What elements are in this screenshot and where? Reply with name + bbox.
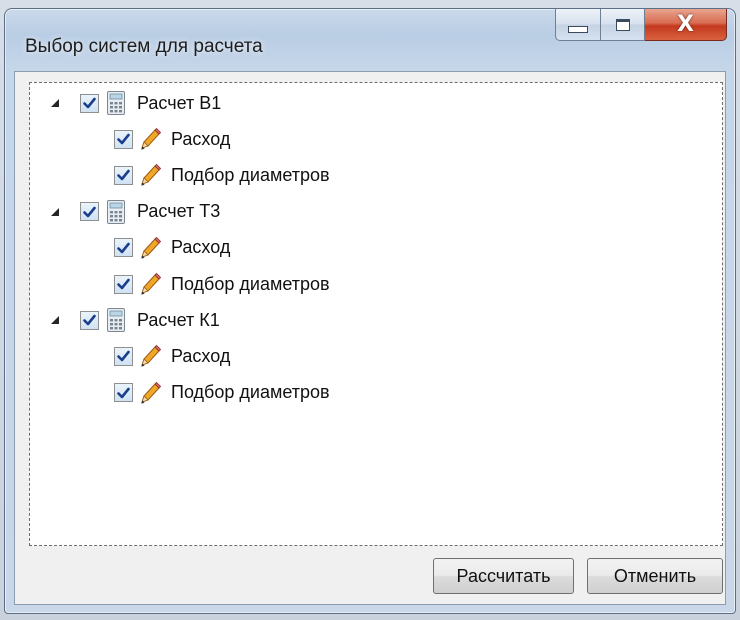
tree-node-child[interactable]: Расход [114, 125, 230, 153]
calculator-icon [105, 199, 127, 225]
tree-node-label: Расчет Т3 [137, 201, 221, 222]
title-bar[interactable]: Выбор систем для расчета X [5, 9, 735, 71]
checkbox-checked-icon[interactable] [114, 346, 133, 366]
calculate-button[interactable]: Рассчитать [433, 558, 574, 594]
tree-node-child[interactable]: Подбор диаметров [114, 379, 330, 407]
tree-node-parent[interactable]: Расчет К1 [48, 306, 220, 334]
checkbox-checked-icon[interactable] [114, 129, 133, 149]
maximize-button[interactable] [601, 9, 645, 41]
tree-node-label: Подбор диаметров [171, 273, 330, 294]
tree-node-label: Расход [171, 128, 231, 149]
expand-arrow-icon[interactable] [48, 96, 62, 110]
checkbox-checked-icon[interactable] [80, 310, 99, 330]
pencil-icon [139, 126, 161, 152]
checkbox-checked-icon[interactable] [114, 274, 133, 294]
tree-node-label: Расход [171, 237, 231, 258]
tree-node-label: Расчет К1 [137, 309, 220, 330]
maximize-icon [615, 18, 630, 31]
pencil-icon [139, 343, 161, 369]
tree-node-child[interactable]: Расход [114, 342, 230, 370]
pencil-icon [139, 162, 161, 188]
tree-node-label: Расчет В1 [137, 92, 222, 113]
minimize-button[interactable] [555, 9, 601, 41]
pencil-icon [139, 235, 161, 261]
window-title: Выбор систем для расчета [25, 36, 263, 57]
tree-node-label: Расход [171, 345, 231, 366]
checkbox-checked-icon[interactable] [80, 202, 99, 222]
cancel-button[interactable]: Отменить [587, 558, 723, 594]
checkbox-checked-icon[interactable] [114, 238, 133, 258]
tree-node-parent[interactable]: Расчет Т3 [48, 198, 220, 226]
dialog-window: Выбор систем для расчета X Расчет В1 Расх… [4, 8, 736, 614]
checkbox-checked-icon[interactable] [114, 383, 133, 403]
pencil-icon [139, 380, 161, 406]
tree-node-parent[interactable]: Расчет В1 [48, 89, 221, 117]
tree-node-child[interactable]: Расход [114, 234, 230, 262]
expand-arrow-icon[interactable] [48, 313, 62, 327]
systems-tree-view[interactable]: Расчет В1 Расход Подбор диаметров Расчет Т3… [29, 82, 723, 546]
tree-node-child[interactable]: Подбор диаметров [114, 161, 330, 189]
checkbox-checked-icon[interactable] [114, 165, 133, 185]
close-icon: X [677, 11, 694, 37]
dialog-client-area: Расчет В1 Расход Подбор диаметров Расчет Т3… [14, 71, 726, 605]
calculator-icon [105, 307, 127, 333]
pencil-icon [139, 271, 161, 297]
minimize-icon [568, 26, 588, 33]
tree-node-label: Подбор диаметров [171, 164, 330, 185]
tree-node-label: Подбор диаметров [171, 382, 330, 403]
caption-buttons: X [555, 9, 727, 41]
close-button[interactable]: X [645, 9, 727, 41]
tree-node-child[interactable]: Подбор диаметров [114, 270, 330, 298]
calculator-icon [105, 90, 127, 116]
expand-arrow-icon[interactable] [48, 205, 62, 219]
checkbox-checked-icon[interactable] [80, 93, 99, 113]
